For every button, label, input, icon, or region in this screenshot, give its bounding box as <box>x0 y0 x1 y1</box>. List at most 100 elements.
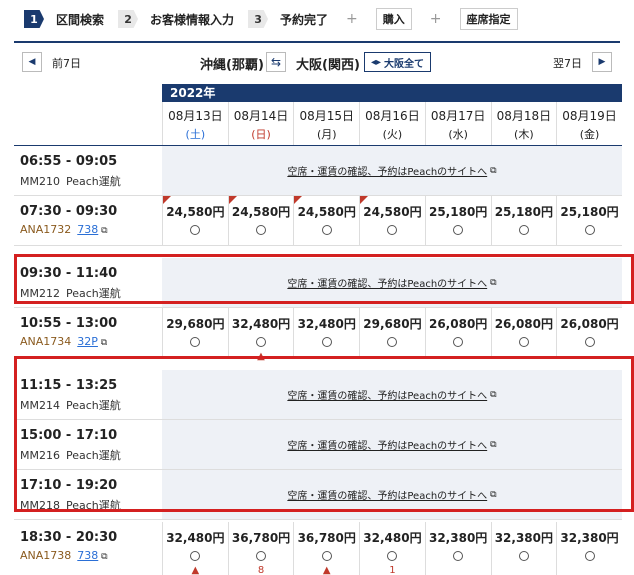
discount-corner-icon <box>228 196 237 204</box>
fare-cell[interactable]: 32,380円 <box>556 522 622 575</box>
external-link-icon: ⧉ <box>97 338 108 348</box>
availability-radio[interactable] <box>321 225 332 235</box>
fare-cell[interactable]: 32,380円 <box>424 522 491 575</box>
all-osaka-label: 大阪全て <box>384 58 425 70</box>
fare-cell[interactable]: 26,080円 <box>490 308 557 357</box>
fare-cell[interactable]: 24,580円 <box>359 196 425 245</box>
availability-radio[interactable] <box>453 551 464 561</box>
fare-cell[interactable]: 32,480円 ▲ <box>227 308 294 362</box>
flight-code-line: MM210 Peach運航 <box>20 173 162 189</box>
peach-link-text: 空席・運賃の確認、予約はPeachのサイトへ <box>287 167 488 178</box>
date-label: 08月17日 <box>430 109 486 123</box>
next-week-button[interactable]: ▶ <box>592 52 612 72</box>
arrows-icon: ◂▸ <box>371 56 382 68</box>
step-2: 2 お客様情報入力 <box>118 10 234 28</box>
fare-cell[interactable]: 24,580円 <box>293 196 359 245</box>
fare-price: 29,680円 <box>166 317 225 331</box>
availability-radio[interactable] <box>518 337 529 347</box>
flight-info: 07:30 - 09:30 ANA1732 738 ⧉ <box>14 196 162 245</box>
swap-route-button[interactable]: ⇆ <box>266 52 286 72</box>
peach-site-link[interactable]: 空席・運賃の確認、予約はPeachのサイトへ ⧉ <box>162 146 622 195</box>
prev-week-label[interactable]: 前7日 <box>52 55 81 71</box>
flight-code: ANA1732 <box>20 223 72 236</box>
availability-radio[interactable] <box>190 225 201 235</box>
fare-price: 32,380円 <box>428 531 488 545</box>
highlight-box-mm212 <box>14 254 634 304</box>
date-column-header: 08月16日 (火) <box>359 102 425 145</box>
fare-cell[interactable]: 24,580円 <box>162 196 228 245</box>
flight-time: 06:55 - 09:05 <box>20 154 118 169</box>
fare-price: 26,080円 <box>560 317 619 331</box>
flight-info: 10:55 - 13:00 ANA1734 32P ⧉ <box>14 308 162 357</box>
all-osaka-button[interactable]: ◂▸ 大阪全て <box>364 52 432 72</box>
fare-cell[interactable]: 25,180円 <box>556 196 622 245</box>
availability-radio[interactable] <box>190 551 201 561</box>
steps-divider <box>14 41 620 43</box>
step-1: 1 区間検索 <box>24 10 104 28</box>
flight-time: 18:30 - 20:30 <box>20 530 118 545</box>
date-label: 08月13日 <box>168 109 223 123</box>
date-label: 08月16日 <box>365 109 420 123</box>
fare-cell[interactable]: 26,080円 <box>556 308 622 357</box>
discount-corner-icon <box>360 196 369 204</box>
route-bar: ◀ 前7日 沖縄(那覇) ⇆ 大阪(関西) ◂▸ 大阪全て 翌7日 ▶ <box>14 50 620 74</box>
fare-cell[interactable]: 29,680円 <box>359 308 425 357</box>
progress-steps: 1 区間検索 2 お客様情報入力 3 予約完了 + 購入 + 座席指定 <box>0 0 634 38</box>
fare-cell[interactable]: 29,680円 <box>162 308 228 357</box>
fare-price: 36,780円 <box>297 531 356 545</box>
aircraft-type-link[interactable]: 32P <box>77 335 98 348</box>
discount-corner-icon <box>163 196 171 204</box>
availability-radio[interactable] <box>584 551 595 561</box>
fare-cell[interactable]: 25,180円 <box>424 196 491 245</box>
flight-code: ANA1734 <box>20 335 72 348</box>
fare-price: 25,180円 <box>428 205 488 219</box>
seat-selection-step: 座席指定 <box>459 8 518 30</box>
fare-price: 24,580円 <box>363 205 422 219</box>
availability-radio[interactable] <box>584 225 595 235</box>
fare-price: 26,080円 <box>428 317 488 331</box>
fare-price: 32,480円 <box>231 317 291 331</box>
availability-radio[interactable] <box>256 337 267 347</box>
availability-radio[interactable] <box>518 225 529 235</box>
plus-icon: + <box>429 11 442 27</box>
fare-cell[interactable]: 32,480円 ▲ <box>162 522 228 575</box>
flight-info: 06:55 - 09:05 MM210 Peach運航 <box>14 146 162 195</box>
fare-cell[interactable]: 32,480円 <box>293 308 359 357</box>
fare-cell[interactable]: 25,180円 <box>490 196 557 245</box>
availability-radio[interactable] <box>518 551 529 561</box>
availability-radio[interactable] <box>321 337 332 347</box>
aircraft-type-link[interactable]: 738 <box>77 223 98 236</box>
flight-fare-table: 2022年 08月13日 (土) 08月14日 (日) 08月15日 (月) 08月16日 (… <box>14 84 634 575</box>
fare-price: 32,380円 <box>494 531 553 545</box>
fare-cell[interactable]: 32,480円 1 <box>359 522 425 575</box>
availability-radio[interactable] <box>387 551 398 561</box>
flight-row: 10:55 - 13:00 ANA1734 32P ⧉ 29,680円 32,480円 ▲… <box>14 308 622 362</box>
availability-radio[interactable] <box>256 225 267 235</box>
fare-price: 32,480円 <box>297 317 356 331</box>
availability-radio[interactable] <box>256 551 267 561</box>
availability-radio[interactable] <box>584 337 595 347</box>
fare-cell[interactable]: 24,580円 <box>227 196 294 245</box>
date-column-header: 08月15日 (月) <box>293 102 359 145</box>
fare-cell[interactable]: 32,380円 <box>490 522 557 575</box>
step-number: 1 <box>24 10 44 28</box>
availability-radio[interactable] <box>321 551 332 561</box>
fare-price: 36,780円 <box>231 531 291 545</box>
external-link-icon: ⧉ <box>490 165 497 176</box>
date-label: 08月14日 <box>233 109 289 123</box>
fare-cell[interactable]: 36,780円 8 <box>227 522 294 575</box>
prev-week-button[interactable]: ◀ <box>22 52 42 72</box>
fare-price: 25,180円 <box>494 205 553 219</box>
flight-time: 10:55 - 13:00 <box>20 316 118 331</box>
availability-radio[interactable] <box>453 225 464 235</box>
fare-cell[interactable]: 36,780円 ▲ <box>293 522 359 575</box>
fare-cell[interactable]: 26,080円 <box>424 308 491 357</box>
availability-radio[interactable] <box>190 337 201 347</box>
availability-radio[interactable] <box>387 337 398 347</box>
availability-radio[interactable] <box>387 225 398 235</box>
fare-price: 32,380円 <box>560 531 619 545</box>
availability-radio[interactable] <box>453 337 464 347</box>
aircraft-type-link[interactable]: 738 <box>77 549 98 562</box>
date-label: 08月19日 <box>562 109 617 123</box>
next-week-label[interactable]: 翌7日 <box>553 55 582 71</box>
